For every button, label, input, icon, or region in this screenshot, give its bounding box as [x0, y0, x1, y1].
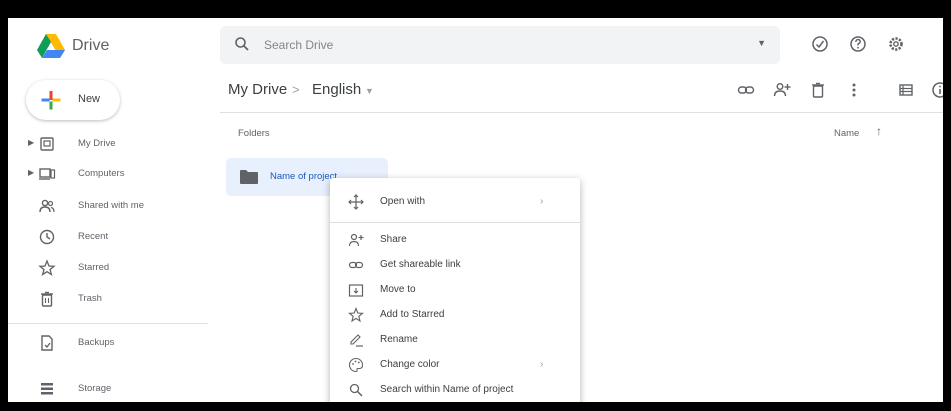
- new-button[interactable]: New: [26, 80, 120, 120]
- search-icon[interactable]: [234, 36, 250, 52]
- app-name: Drive: [72, 37, 110, 54]
- backups-icon: [38, 334, 56, 352]
- search-bar[interactable]: Search Drive ▼: [220, 26, 780, 64]
- sidebar-item-label: Backups: [78, 337, 115, 348]
- sidebar-item-label: Trash: [78, 293, 102, 304]
- menu-item-label: Rename: [380, 334, 418, 345]
- sidebar-item-backups[interactable]: Backups: [8, 331, 208, 355]
- menu-item-label: Share: [380, 234, 407, 245]
- menu-item-move-to[interactable]: Move to: [330, 278, 580, 302]
- sidebar-divider: [8, 323, 208, 324]
- sidebar-item-label: My Drive: [78, 138, 116, 149]
- move-to-icon: [348, 282, 364, 298]
- context-menu: Open with › Share Get shareable link Mov…: [330, 178, 580, 402]
- settings-icon[interactable]: [886, 34, 906, 54]
- menu-item-label: Add to Starred: [380, 309, 445, 320]
- sidebar-item-label: Storage: [78, 383, 112, 394]
- menu-item-change-color[interactable]: Change color ›: [330, 353, 580, 377]
- link-icon[interactable]: [736, 80, 756, 100]
- trash-icon: [38, 290, 56, 308]
- section-label-folders: Folders: [238, 128, 270, 139]
- sidebar-item-label: Computers: [78, 168, 125, 179]
- sidebar-item-label: Recent: [78, 231, 109, 242]
- menu-item-share[interactable]: Share: [330, 228, 580, 252]
- sidebar-item-label: Shared with me: [78, 200, 145, 211]
- search-input[interactable]: Search Drive: [264, 38, 333, 52]
- star-icon: [348, 307, 364, 323]
- help-icon[interactable]: [848, 34, 868, 54]
- my-drive-icon: [38, 135, 56, 153]
- sidebar-item-computers[interactable]: ▶ Computers: [8, 162, 208, 186]
- menu-item-label: Move to: [380, 284, 416, 295]
- rename-icon: [348, 332, 364, 348]
- star-icon: [38, 259, 56, 277]
- sidebar-item-label: Starred: [78, 262, 110, 273]
- breadcrumb-my-drive[interactable]: My Drive: [228, 81, 287, 98]
- chevron-down-icon[interactable]: ▼: [365, 86, 374, 96]
- storage-icon: [38, 380, 56, 398]
- menu-item-add-to-starred[interactable]: Add to Starred: [330, 303, 580, 327]
- sort-by-name-button[interactable]: Name: [834, 128, 859, 139]
- sidebar-item-trash[interactable]: Trash: [8, 287, 208, 311]
- plus-icon: [40, 89, 62, 111]
- recent-icon: [38, 228, 56, 246]
- sidebar-item-shared-with-me[interactable]: Shared with me: [8, 194, 208, 218]
- menu-item-label: Search within Name of project: [380, 384, 514, 395]
- menu-item-label: Change color: [380, 359, 440, 370]
- new-button-label: New: [78, 93, 101, 105]
- breadcrumb-current-folder[interactable]: English: [312, 81, 361, 98]
- chevron-right-icon: ›: [540, 359, 544, 370]
- shared-icon: [38, 197, 56, 215]
- info-icon[interactable]: [930, 80, 943, 100]
- sidebar-item-recent[interactable]: Recent: [8, 225, 208, 249]
- breadcrumb-separator: >: [292, 82, 300, 97]
- palette-icon: [348, 357, 364, 373]
- more-vert-icon[interactable]: [844, 80, 864, 100]
- menu-item-rename[interactable]: Rename: [330, 328, 580, 352]
- menu-item-search-within[interactable]: Search within Name of project: [330, 378, 580, 402]
- menu-item-label: Get shareable link: [380, 259, 461, 270]
- computers-icon: [38, 165, 56, 183]
- toolbar-divider: [220, 112, 943, 113]
- menu-item-get-shareable-link[interactable]: Get shareable link: [330, 253, 580, 277]
- list-view-icon[interactable]: [896, 80, 916, 100]
- menu-item-label: Open with: [380, 196, 426, 207]
- menu-divider: [330, 222, 580, 223]
- sort-ascending-icon[interactable]: ↑: [876, 124, 882, 138]
- expand-arrow-icon[interactable]: ▶: [28, 138, 34, 147]
- expand-arrow-icon[interactable]: ▶: [28, 168, 34, 177]
- share-icon: [348, 232, 364, 248]
- offline-status-icon[interactable]: [810, 34, 830, 54]
- folder-name: Name of project: [270, 171, 338, 182]
- sidebar-item-my-drive[interactable]: ▶ My Drive: [8, 132, 208, 156]
- search-icon: [348, 382, 364, 398]
- chevron-right-icon: ›: [540, 196, 544, 207]
- open-with-icon: [348, 194, 364, 210]
- menu-item-open-with[interactable]: Open with ›: [330, 190, 580, 214]
- sidebar-item-storage[interactable]: Storage: [8, 377, 208, 401]
- drive-window: Drive Search Drive ▼ New ▶ My Drive ▶ Co…: [8, 18, 943, 402]
- folder-icon: [240, 170, 258, 184]
- add-person-icon[interactable]: [772, 80, 792, 100]
- drive-logo-icon[interactable]: [36, 31, 66, 61]
- search-options-icon[interactable]: ▼: [757, 38, 766, 48]
- sidebar-item-starred[interactable]: Starred: [8, 256, 208, 280]
- trash-icon[interactable]: [808, 80, 828, 100]
- link-icon: [348, 257, 364, 273]
